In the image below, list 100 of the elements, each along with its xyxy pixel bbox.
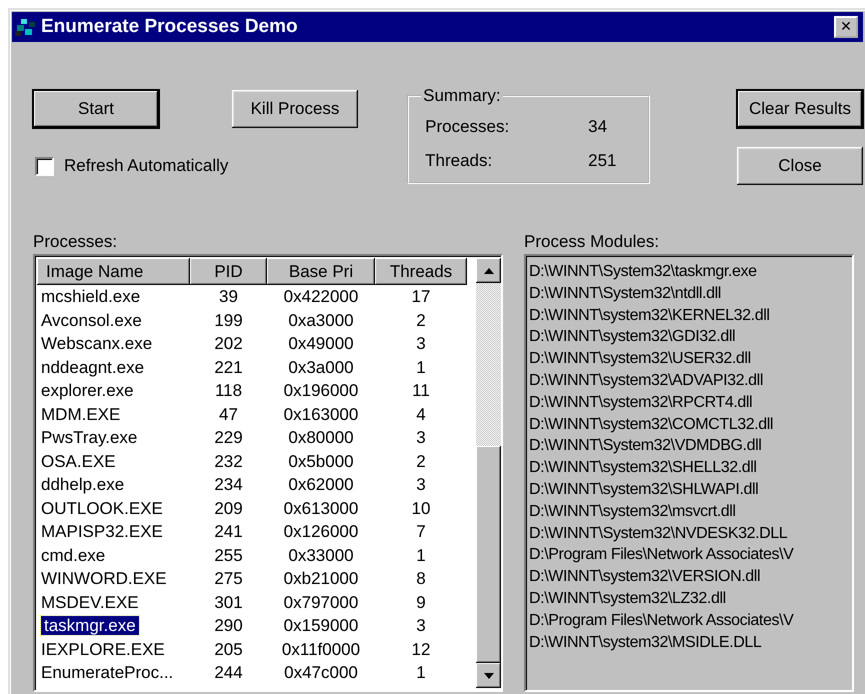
list-row[interactable]: WINWORD.EXE 275 0xb21000 8: [37, 567, 476, 590]
table-cell: 39: [219, 287, 238, 306]
list-row[interactable]: explorer.exe 118 0x196000 11: [37, 379, 476, 402]
table-cell: 0x5b000: [288, 452, 354, 470]
table-cell: taskmgr.exe: [41, 616, 139, 635]
table-cell: WINWORD.EXE: [41, 569, 167, 588]
table-cell: 4: [416, 404, 426, 424]
table-cell: 0x163000: [284, 404, 358, 424]
module-path: D:\WINNT\system32\KERNEL32.dll: [529, 306, 771, 326]
close-button[interactable]: ✕: [834, 16, 858, 38]
scroll-up-icon[interactable]: [476, 258, 501, 283]
table-cell: 118: [214, 381, 242, 400]
table-cell: 290: [214, 616, 243, 635]
table-cell: 2: [416, 310, 426, 330]
group-title: Summary:: [422, 86, 502, 106]
list-row[interactable]: taskmgr.exe 290 0x159000 3: [37, 614, 476, 638]
column-header[interactable]: Threads: [375, 258, 467, 285]
column-header[interactable]: PID: [190, 258, 267, 285]
table-cell: 47: [219, 404, 238, 424]
list-row[interactable]: Webscanx.exe 202 0x49000 3: [37, 332, 476, 356]
list-row[interactable]: MSDEV.EXE 301 0x797000 9: [37, 590, 476, 614]
module-path: D:\WINNT\System32\VDMDBG.dll: [529, 436, 762, 456]
table-cell: 12: [412, 640, 430, 658]
table-cell: 0x422000: [284, 287, 358, 306]
module-path: D:\WINNT\System32\taskmgr.exe: [529, 262, 758, 282]
table-cell: 11: [412, 381, 430, 400]
table-cell: 3: [416, 475, 426, 494]
table-cell: 2: [416, 452, 426, 470]
summary-label: Processes:: [425, 117, 510, 137]
list-row[interactable]: ddhelp.exe 234 0x62000 3: [37, 473, 476, 496]
table-cell: 0x3a000: [288, 358, 354, 376]
table-cell: cmd.exe: [41, 546, 106, 564]
table-cell: 255: [214, 546, 243, 564]
table-cell: 275: [214, 569, 243, 588]
list-row[interactable]: MDM.EXE 47 0x163000 4: [37, 402, 476, 426]
list-row[interactable]: OSA.EXE 232 0x5b000 2: [37, 450, 476, 473]
summary-value: 251: [588, 151, 617, 171]
list-row[interactable]: MAPISP32.EXE 241 0x126000 7: [37, 520, 476, 544]
kill-process-button[interactable]: Kill Process: [232, 90, 358, 128]
processes-label: Processes:: [33, 232, 118, 253]
scrollbar[interactable]: [476, 258, 501, 688]
table-cell: 10: [412, 498, 430, 518]
list-row[interactable]: IEXPLORE.EXE 205 0x11f0000 12: [37, 638, 476, 661]
table-cell: MDM.EXE: [41, 404, 120, 424]
table-cell: MAPISP32.EXE: [41, 522, 163, 541]
module-path: D:\Program Files\Network Associates\V: [529, 545, 795, 566]
modules-label: Process Modules:: [524, 232, 660, 253]
table-cell: 3: [416, 616, 426, 635]
table-cell: 0x49000: [288, 334, 354, 353]
list-row[interactable]: cmd.exe 255 0x33000 1: [37, 544, 476, 567]
module-path: D:\WINNT\system32\COMCTL32.dll: [529, 414, 774, 435]
table-cell: 0x47c000: [284, 663, 358, 682]
table-cell: 8: [416, 569, 426, 588]
module-path: D:\WINNT\system32\RPCRT4.dll: [529, 392, 754, 413]
column-header[interactable]: Base Pri: [267, 258, 375, 285]
table-cell: 0x126000: [284, 522, 358, 541]
list-row[interactable]: Avconsol.exe 199 0xa3000 2: [37, 308, 476, 332]
app-icon: [15, 17, 37, 37]
module-path: D:\WINNT\system32\LZ32.dll: [529, 588, 727, 609]
module-path: D:\WINNT\system32\USER32.dll: [529, 349, 752, 370]
table-cell: OUTLOOK.EXE: [41, 498, 163, 518]
table-cell: 0x62000: [288, 475, 354, 494]
list-row[interactable]: PwsTray.exe 229 0x80000 3: [37, 426, 476, 450]
table-cell: 0x159000: [284, 616, 358, 635]
table-cell: ddhelp.exe: [41, 475, 124, 494]
scroll-thumb[interactable]: [476, 446, 501, 663]
table-cell: MSDEV.EXE: [41, 592, 139, 612]
column-header[interactable]: Image Name: [37, 258, 190, 285]
list-row[interactable]: nddeagnt.exe 221 0x3a000 1: [37, 356, 476, 379]
table-cell: explorer.exe: [41, 381, 134, 400]
module-path: D:\Program Files\Network Associates\V: [529, 610, 795, 631]
module-path: D:\WINNT\system32\ADVAPI32.dll: [529, 370, 764, 391]
checkbox[interactable]: [35, 156, 54, 176]
module-path: D:\WINNT\System32\NVDESK32.DLL: [529, 524, 788, 544]
scroll-down-icon[interactable]: [476, 663, 501, 688]
table-cell: IEXPLORE.EXE: [41, 640, 165, 658]
table-cell: 234: [214, 475, 243, 494]
window-title: Enumerate Processes Demo: [41, 16, 299, 38]
table-cell: 244: [214, 663, 243, 682]
table-cell: 1: [416, 663, 426, 682]
table-cell: 17: [412, 287, 430, 306]
table-cell: 0x80000: [288, 428, 354, 447]
module-path: D:\WINNT\system32\MSIDLE.DLL: [529, 632, 762, 653]
module-path: D:\WINNT\system32\GDI32.dll: [529, 327, 736, 348]
table-cell: 3: [416, 428, 426, 447]
list-row[interactable]: EnumerateProc... 244 0x47c000 1: [37, 661, 476, 684]
module-path: D:\WINNT\system32\VERSION.dll: [529, 567, 762, 588]
table-cell: nddeagnt.exe: [41, 358, 144, 376]
table-cell: 0x196000: [284, 381, 358, 400]
start-button[interactable]: Start: [33, 90, 159, 128]
module-path: D:\WINNT\system32\msvcrt.dll: [529, 502, 737, 522]
clear-results-button[interactable]: Clear Results: [737, 90, 863, 128]
table-cell: EnumerateProc...: [41, 663, 174, 682]
table-cell: 0xa3000: [288, 310, 354, 330]
close-dialog-button[interactable]: Close: [737, 147, 863, 185]
list-row[interactable]: mcshield.exe 39 0x422000 17: [37, 285, 476, 308]
list-row[interactable]: OUTLOOK.EXE 209 0x613000 10: [37, 496, 476, 520]
table-cell: 0x613000: [284, 498, 358, 518]
table-cell: 0x11f0000: [282, 640, 360, 658]
module-path: D:\WINNT\system32\SHLWAPI.dll: [529, 480, 760, 500]
